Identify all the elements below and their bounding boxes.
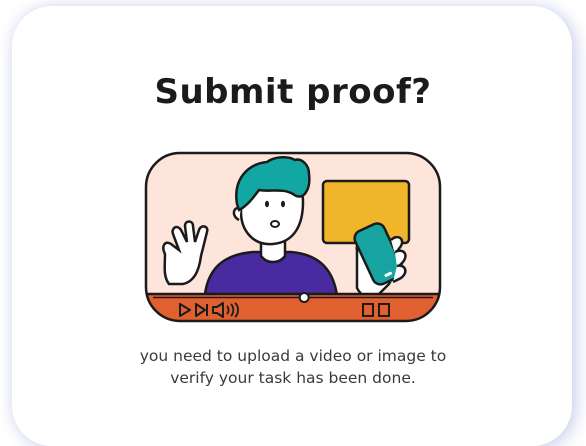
- dialog-title: Submit proof?: [154, 72, 432, 112]
- video-upload-illustration: [144, 151, 442, 323]
- description-line-2: verify your task has been done.: [170, 369, 416, 387]
- progress-knob[interactable]: [298, 292, 310, 303]
- dialog-description: you need to upload a video or image to v…: [0, 345, 586, 389]
- description-line-1: you need to upload a video or image to: [139, 347, 447, 365]
